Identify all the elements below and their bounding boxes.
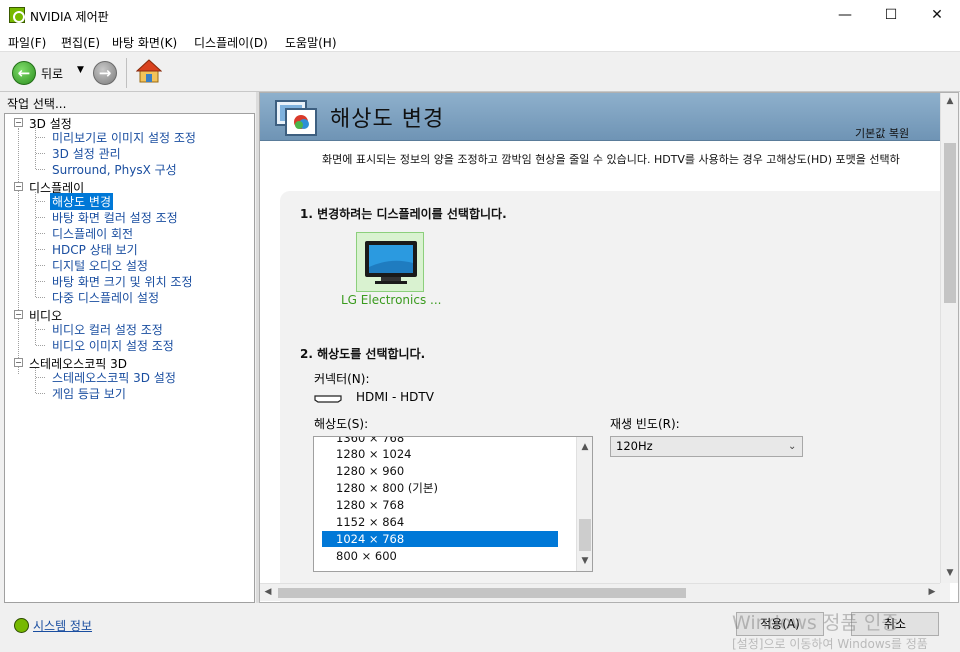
window-title: NVIDIA 제어판 xyxy=(30,10,109,24)
refresh-rate-select[interactable]: 120Hz ⌄ xyxy=(610,436,803,457)
tree-item-desktop-color[interactable]: 바탕 화면 컬러 설정 조정 xyxy=(52,209,178,226)
activation-watermark-sub: [설정]으로 이동하여 Windows를 정품 xyxy=(732,637,928,651)
menu-help[interactable]: 도움말(H) xyxy=(285,34,337,51)
restore-defaults-link[interactable]: 기본값 복원 xyxy=(855,125,909,141)
connector-value: HDMI - HDTV xyxy=(356,390,434,404)
resolution-listbox[interactable]: 1360 × 768 1280 × 1024 1280 × 960 1280 ×… xyxy=(313,436,593,572)
tree-item-manage-3d[interactable]: 3D 설정 관리 xyxy=(52,145,121,162)
refresh-rate-label: 재생 빈도(R): xyxy=(610,417,680,431)
home-icon[interactable] xyxy=(136,58,162,84)
content-pane: 해상도 변경 기본값 복원 화면에 표시되는 정보의 양을 조정하고 깜박임 현… xyxy=(259,92,959,603)
tree-connector xyxy=(36,201,45,202)
display-tile[interactable] xyxy=(356,232,424,292)
tree-connector xyxy=(18,128,19,374)
tree-connector xyxy=(36,281,45,282)
minimize-button[interactable]: — xyxy=(822,0,868,30)
tree-item-preview-image[interactable]: 미리보기로 이미지 설정 조정 xyxy=(52,129,196,146)
page-title: 해상도 변경 xyxy=(330,107,445,132)
display-settings-icon xyxy=(275,100,317,136)
nvidia-app-icon xyxy=(9,7,25,23)
hdmi-connector-icon xyxy=(314,395,342,403)
resolution-scrollbar[interactable]: ▲ ▼ xyxy=(576,437,592,571)
scrollbar-thumb[interactable] xyxy=(579,519,591,551)
menu-desktop[interactable]: 바탕 화면(K) xyxy=(112,34,177,51)
resolution-option[interactable]: 1280 × 960 xyxy=(322,463,558,479)
title-bar xyxy=(0,0,960,30)
scroll-down-icon[interactable]: ▼ xyxy=(942,565,958,581)
scroll-right-icon[interactable]: ▶ xyxy=(924,584,940,600)
tree-connector xyxy=(36,329,45,330)
horizontal-scrollbar[interactable]: ◀ ▶ xyxy=(260,583,940,601)
scroll-up-icon[interactable]: ▲ xyxy=(577,439,592,455)
step-2-heading: 2. 해상도를 선택합니다. xyxy=(300,347,426,361)
tree-item-change-resolution[interactable]: 해상도 변경 xyxy=(50,193,114,210)
scroll-left-icon[interactable]: ◀ xyxy=(260,584,276,600)
tree-connector xyxy=(36,377,45,378)
vertical-scrollbar[interactable]: ▲ ▼ xyxy=(940,93,958,583)
expander-stereoscopic[interactable]: − xyxy=(14,358,23,367)
scrollbar-thumb[interactable] xyxy=(278,588,686,598)
tree-connector xyxy=(36,297,45,298)
resolution-option-selected[interactable]: 1024 × 768 xyxy=(322,531,558,547)
forward-arrow-icon[interactable]: → xyxy=(93,61,117,85)
tree-connector xyxy=(36,233,45,234)
tree-connector xyxy=(36,265,45,266)
monitor-icon xyxy=(365,241,417,284)
tree-connector xyxy=(36,153,45,154)
back-arrow-icon[interactable]: ← xyxy=(12,61,36,85)
resolution-option[interactable]: 1280 × 800 (기본) xyxy=(322,480,558,496)
tree-item-multi-display[interactable]: 다중 디스플레이 설정 xyxy=(52,289,159,306)
scroll-down-icon[interactable]: ▼ xyxy=(577,553,592,569)
expander-3d-settings[interactable]: − xyxy=(14,118,23,127)
resolution-option[interactable]: 1280 × 1024 xyxy=(322,446,558,462)
tree-item-digital-audio[interactable]: 디지털 오디오 설정 xyxy=(52,257,148,274)
scrollbar-thumb[interactable] xyxy=(944,143,956,303)
task-select-label: 작업 선택... xyxy=(7,97,67,111)
tree-item-game-ratings[interactable]: 게임 등급 보기 xyxy=(52,385,126,402)
menu-file[interactable]: 파일(F) xyxy=(8,34,46,51)
menu-display[interactable]: 디스플레이(D) xyxy=(194,34,268,51)
tree-item-stereoscopic-settings[interactable]: 스테레오스코픽 3D 설정 xyxy=(52,369,176,386)
tree-item-surround-physx[interactable]: Surround, PhysX 구성 xyxy=(52,161,177,178)
display-name[interactable]: LG Electronics ... xyxy=(341,293,441,307)
close-button[interactable]: ✕ xyxy=(914,0,960,30)
back-button-label[interactable]: 뒤로 xyxy=(41,65,63,82)
tree-connector xyxy=(36,345,45,346)
menu-edit[interactable]: 편집(E) xyxy=(61,34,100,51)
resolution-option[interactable]: 1152 × 864 xyxy=(322,514,558,530)
tree-connector xyxy=(36,393,45,394)
resolution-option[interactable]: 800 × 600 xyxy=(322,548,558,564)
expander-video[interactable]: − xyxy=(14,310,23,319)
task-tree[interactable]: − 3D 설정 미리보기로 이미지 설정 조정 3D 설정 관리 Surroun… xyxy=(4,113,255,603)
activation-watermark: Windows 정품 인증 xyxy=(732,612,899,634)
tree-connector xyxy=(36,249,45,250)
tree-item-hdcp-status[interactable]: HDCP 상태 보기 xyxy=(52,241,138,258)
tree-connector xyxy=(35,128,36,169)
resolution-option[interactable]: 1360 × 768 xyxy=(322,437,558,446)
expander-display[interactable]: − xyxy=(14,182,23,191)
tree-connector xyxy=(36,169,45,170)
tree-connector xyxy=(36,217,45,218)
step-1-heading: 1. 변경하려는 디스플레이를 선택합니다. xyxy=(300,207,507,221)
resolution-option[interactable]: 1280 × 768 xyxy=(322,497,558,513)
system-info-link[interactable]: 시스템 정보 xyxy=(33,617,92,634)
refresh-rate-value: 120Hz xyxy=(616,439,653,453)
tree-item-rotate-display[interactable]: 디스플레이 회전 xyxy=(52,225,133,242)
tree-item-video-image[interactable]: 비디오 이미지 설정 조정 xyxy=(52,337,174,354)
back-dropdown-icon[interactable]: ▼ xyxy=(77,65,84,75)
toolbar-divider xyxy=(126,58,127,88)
tree-item-desktop-size[interactable]: 바탕 화면 크기 및 위치 조정 xyxy=(52,273,193,290)
page-description: 화면에 표시되는 정보의 양을 조정하고 깜박임 현상을 줄일 수 있습니다. … xyxy=(322,153,900,166)
nvidia-info-icon[interactable] xyxy=(14,618,29,633)
chevron-down-icon: ⌄ xyxy=(788,441,797,452)
maximize-button[interactable]: ☐ xyxy=(868,0,914,30)
tree-item-video-color[interactable]: 비디오 컬러 설정 조정 xyxy=(52,321,163,338)
connector-label: 커넥터(N): xyxy=(314,372,370,386)
resolution-label: 해상도(S): xyxy=(314,417,369,431)
tree-connector xyxy=(36,137,45,138)
scroll-up-icon[interactable]: ▲ xyxy=(942,93,958,109)
